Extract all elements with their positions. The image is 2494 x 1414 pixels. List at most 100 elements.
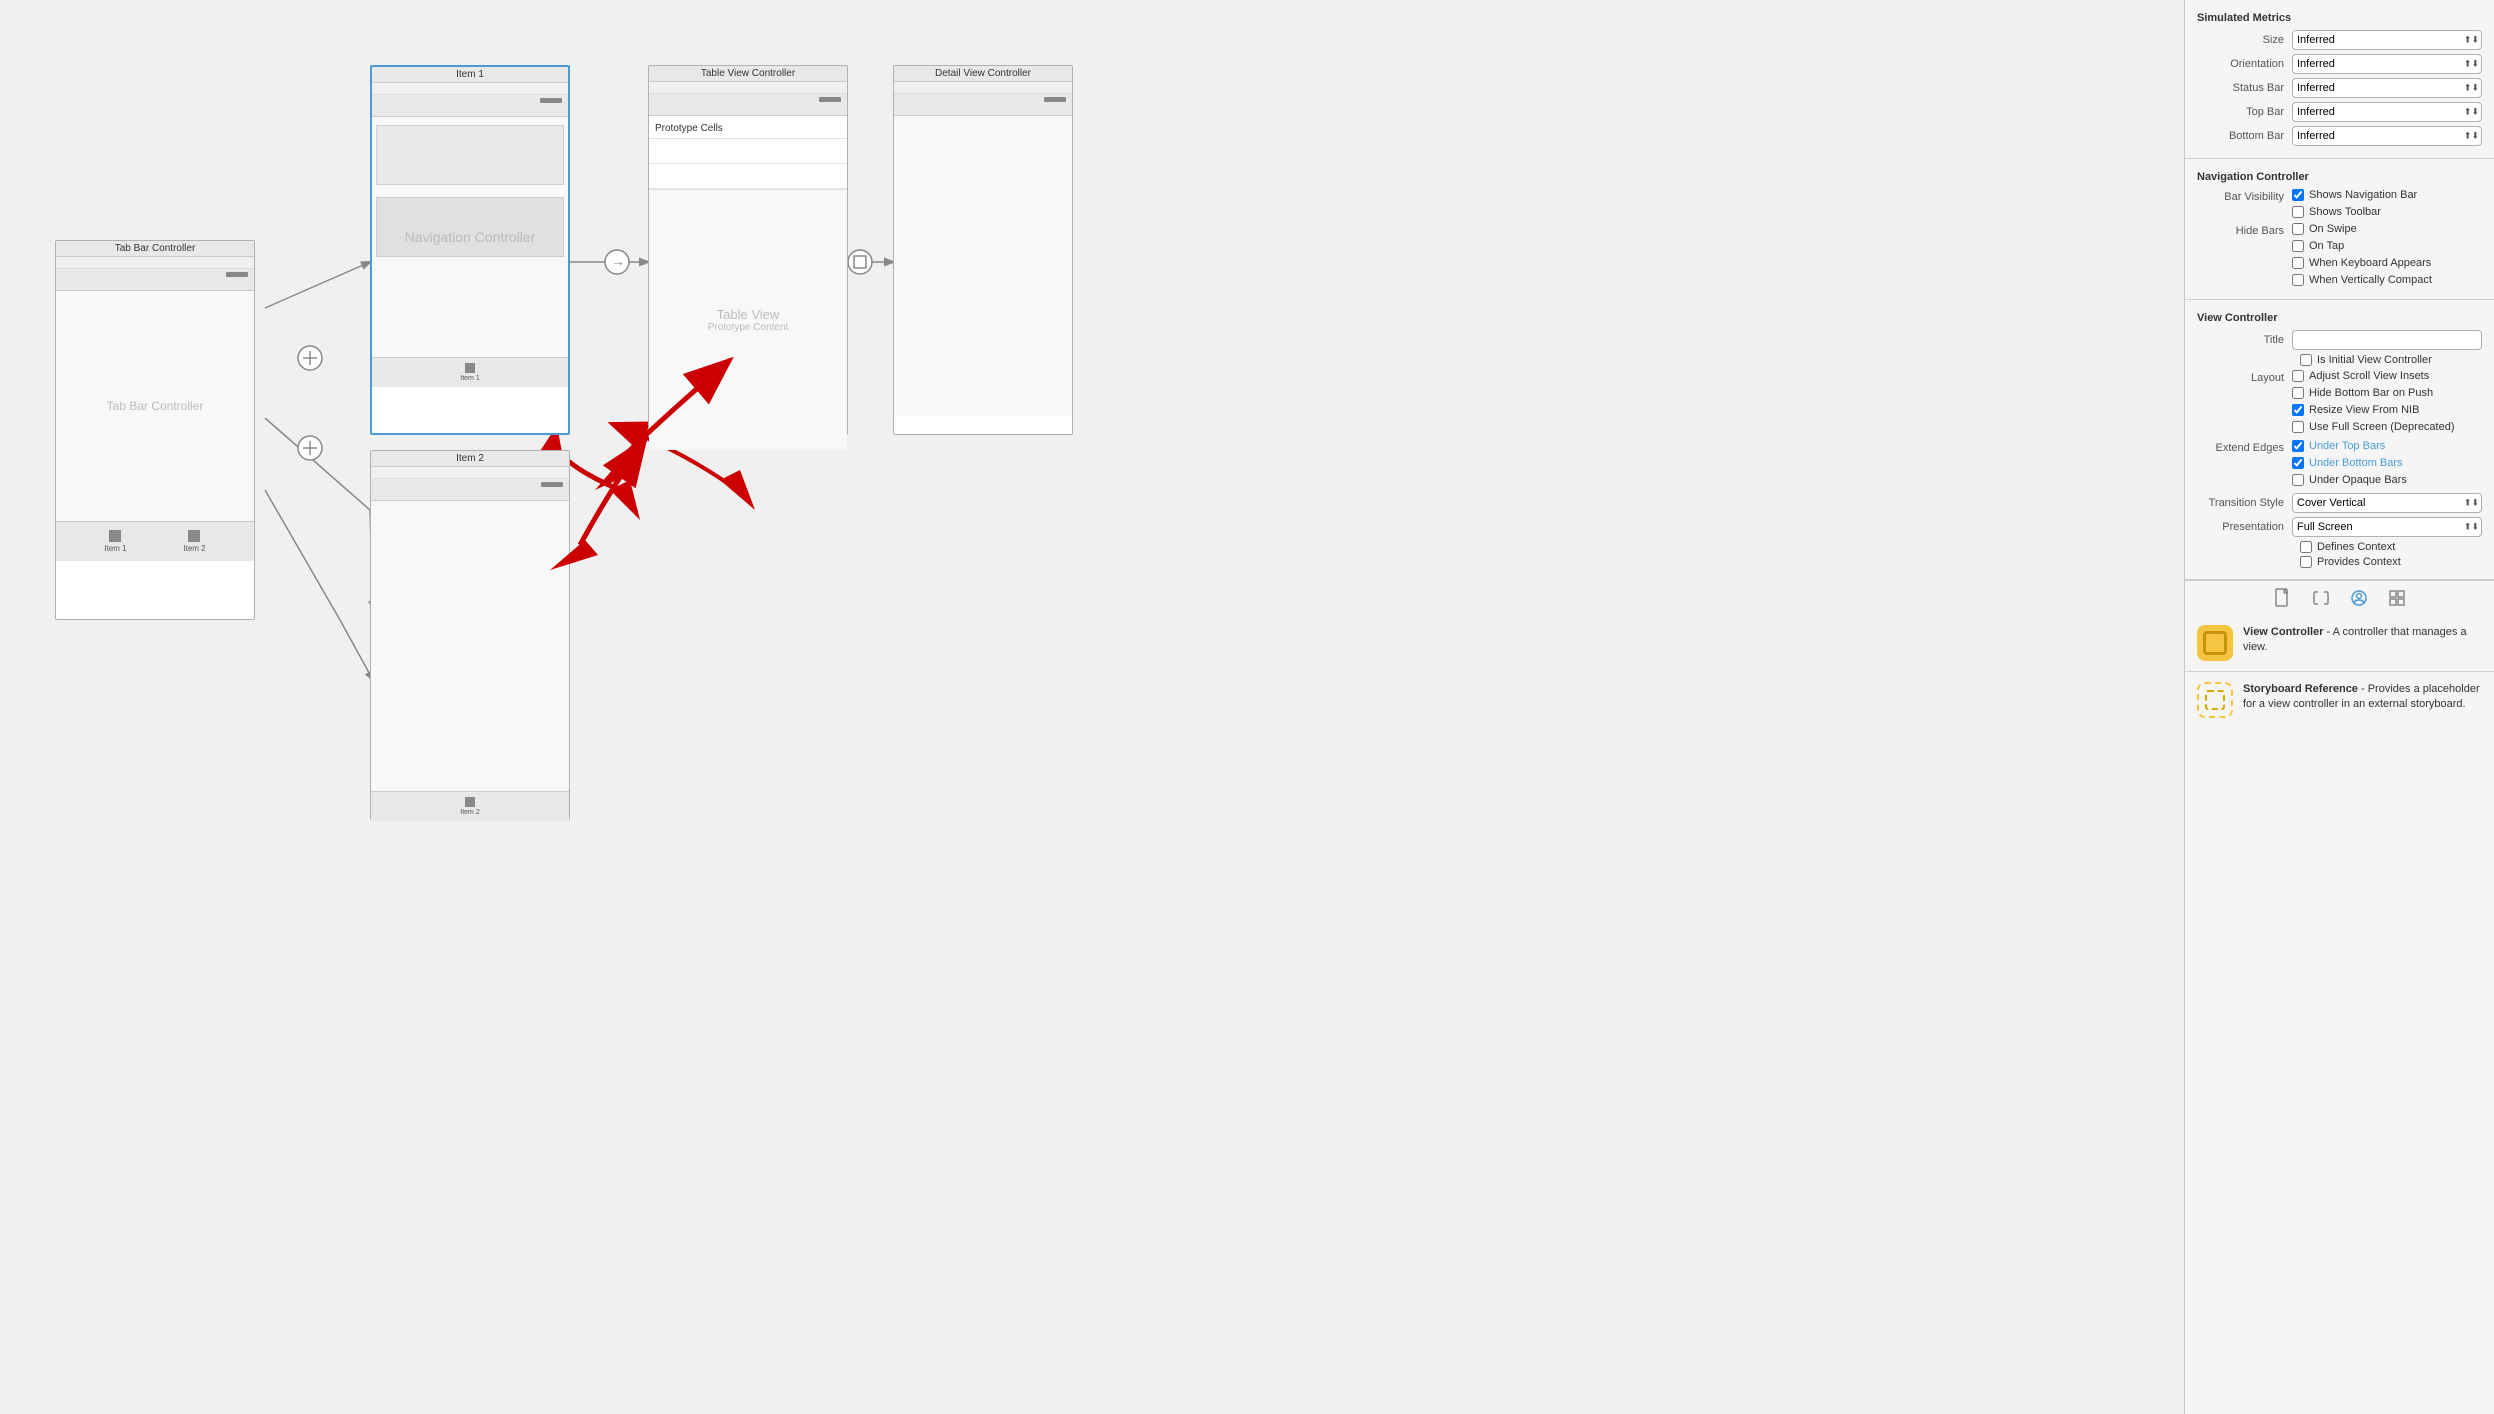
size-select[interactable]: Inferred — [2292, 30, 2482, 50]
use-full-screen-checkbox[interactable] — [2292, 421, 2304, 433]
orientation-select-wrapper[interactable]: Inferred ⬆⬇ — [2292, 54, 2482, 74]
hide-bottom-bar-label: Hide Bottom Bar on Push — [2309, 387, 2433, 399]
item2-controller-box[interactable]: Item 2 Item 2 — [370, 450, 570, 820]
grid-icon[interactable] — [2386, 587, 2408, 609]
detail-vc-title: Detail View Controller — [894, 66, 1072, 82]
top-bar-select[interactable]: Inferred — [2292, 102, 2482, 122]
transition-style-select[interactable]: Cover Vertical — [2292, 493, 2482, 513]
bottom-bar-select-wrapper[interactable]: Inferred ⬆⬇ — [2292, 126, 2482, 146]
nav-controller-section: Navigation Controller Bar Visibility Sho… — [2185, 159, 2494, 300]
vc-object-icon — [2197, 625, 2233, 661]
shows-nav-bar-checkbox[interactable] — [2292, 189, 2304, 201]
provides-context-checkbox[interactable] — [2300, 556, 2312, 568]
vc-title-label: Title — [2197, 334, 2292, 346]
under-opaque-bars-checkbox[interactable] — [2292, 474, 2304, 486]
adjust-scroll-checkbox[interactable] — [2292, 370, 2304, 382]
table-vc-title: Table View Controller — [649, 66, 847, 82]
file-icon[interactable] — [2272, 587, 2294, 609]
navigation-controller-box[interactable]: Item 1 Navigation Controller Item 1 — [370, 65, 570, 435]
tab-bar-label: Tab Bar Controller — [107, 399, 204, 413]
when-keyboard-row: When Keyboard Appears — [2292, 257, 2432, 269]
bottom-bar-row: Bottom Bar Inferred ⬆⬇ — [2197, 126, 2482, 146]
defines-context-row: Defines Context — [2300, 541, 2482, 553]
storyboard-ref-info: Storyboard Reference - Provides a placeh… — [2185, 672, 2494, 728]
defines-context-checkbox[interactable] — [2300, 541, 2312, 553]
under-bottom-bars-row: Under Bottom Bars — [2292, 457, 2407, 469]
is-initial-vc-row: Is Initial View Controller — [2300, 354, 2482, 366]
hide-bottom-bar-checkbox[interactable] — [2292, 387, 2304, 399]
when-vertically-compact-row: When Vertically Compact — [2292, 274, 2432, 286]
storyboard-canvas[interactable]: → Tab Bar Controller Tab Bar Controller — [0, 0, 2184, 1414]
resize-view-checkbox[interactable] — [2292, 404, 2304, 416]
presentation-select[interactable]: Full Screen — [2292, 517, 2482, 537]
transition-style-row: Transition Style Cover Vertical ⬆⬇ — [2197, 493, 2482, 513]
detail-vc-box[interactable]: Detail View Controller — [893, 65, 1073, 435]
under-top-bars-label: Under Top Bars — [2309, 440, 2385, 452]
bar-visibility-label: Bar Visibility — [2197, 189, 2292, 203]
size-label: Size — [2197, 34, 2292, 46]
when-keyboard-checkbox[interactable] — [2292, 257, 2304, 269]
resize-view-row: Resize View From NIB — [2292, 404, 2455, 416]
vc-title-input[interactable] — [2292, 330, 2482, 350]
size-select-wrapper[interactable]: Inferred ⬆⬇ — [2292, 30, 2482, 50]
bar-visibility-checks: Shows Navigation Bar Shows Toolbar — [2292, 189, 2417, 221]
item2-title: Item 2 — [371, 451, 569, 467]
use-full-screen-row: Use Full Screen (Deprecated) — [2292, 421, 2455, 433]
status-bar-select[interactable]: Inferred — [2292, 78, 2482, 98]
top-bar-select-wrapper[interactable]: Inferred ⬆⬇ — [2292, 102, 2482, 122]
vc-icon-inner — [2203, 631, 2227, 655]
shows-nav-bar-label: Shows Navigation Bar — [2309, 189, 2417, 201]
nav-label: Navigation Controller — [405, 229, 536, 245]
top-bar-row: Top Bar Inferred ⬆⬇ — [2197, 102, 2482, 122]
on-tap-label: On Tap — [2309, 240, 2344, 252]
tab-bar-controller-title: Tab Bar Controller — [56, 241, 254, 257]
presentation-row: Presentation Full Screen ⬆⬇ — [2197, 517, 2482, 537]
adjust-scroll-row: Adjust Scroll View Insets — [2292, 370, 2455, 382]
on-tap-checkbox[interactable] — [2292, 240, 2304, 252]
shows-toolbar-checkbox[interactable] — [2292, 206, 2304, 218]
presentation-label: Presentation — [2197, 521, 2292, 533]
storyboard-ref-text: Storyboard Reference - Provides a placeh… — [2243, 682, 2482, 713]
nav-controller-section-title: Navigation Controller — [2197, 167, 2482, 183]
on-swipe-checkbox[interactable] — [2292, 223, 2304, 235]
simulated-metrics-title: Simulated Metrics — [2197, 8, 2482, 24]
provides-context-row: Provides Context — [2300, 556, 2482, 568]
orientation-select[interactable]: Inferred — [2292, 54, 2482, 74]
inspector-panel: Simulated Metrics Size Inferred ⬆⬇ Orien… — [2184, 0, 2494, 1414]
braces-icon[interactable] — [2310, 587, 2332, 609]
presentation-wrapper[interactable]: Full Screen ⬆⬇ — [2292, 517, 2482, 537]
on-tap-row: On Tap — [2292, 240, 2432, 252]
table-view-controller-box[interactable]: Table View Controller Prototype Cells Ta… — [648, 65, 848, 435]
vc-object-text: View Controller - A controller that mana… — [2243, 625, 2482, 656]
vc-object-title: View Controller — [2243, 626, 2323, 638]
layout-row: Layout Adjust Scroll View Insets Hide Bo… — [2197, 370, 2482, 436]
when-vertically-compact-checkbox[interactable] — [2292, 274, 2304, 286]
status-bar-row: Status Bar Inferred ⬆⬇ — [2197, 78, 2482, 98]
status-bar-label: Status Bar — [2197, 82, 2292, 94]
provides-context-label: Provides Context — [2317, 556, 2401, 568]
bottom-bar-label: Bottom Bar — [2197, 130, 2292, 142]
orientation-row: Orientation Inferred ⬆⬇ — [2197, 54, 2482, 74]
extend-edges-label: Extend Edges — [2197, 440, 2292, 454]
bottom-bar-select[interactable]: Inferred — [2292, 126, 2482, 146]
transition-style-wrapper[interactable]: Cover Vertical ⬆⬇ — [2292, 493, 2482, 513]
size-row: Size Inferred ⬆⬇ — [2197, 30, 2482, 50]
identity-icon[interactable] — [2348, 587, 2370, 609]
is-initial-vc-checkbox[interactable] — [2300, 354, 2312, 366]
shows-nav-bar-row: Shows Navigation Bar — [2292, 189, 2417, 201]
simulated-metrics-section: Simulated Metrics Size Inferred ⬆⬇ Orien… — [2185, 0, 2494, 159]
bar-visibility-row: Bar Visibility Shows Navigation Bar Show… — [2197, 189, 2482, 221]
hide-bars-checks: On Swipe On Tap When Keyboard Appears Wh… — [2292, 223, 2432, 289]
on-swipe-row: On Swipe — [2292, 223, 2432, 235]
under-opaque-bars-row: Under Opaque Bars — [2292, 474, 2407, 486]
table-view-label: Table View — [717, 307, 780, 322]
table-view-sublabel: Prototype Content — [708, 322, 789, 333]
under-top-bars-checkbox[interactable] — [2292, 440, 2304, 452]
status-bar-select-wrapper[interactable]: Inferred ⬆⬇ — [2292, 78, 2482, 98]
shows-toolbar-label: Shows Toolbar — [2309, 206, 2381, 218]
tab-bar-controller-box[interactable]: Tab Bar Controller Tab Bar Controller It… — [55, 240, 255, 620]
hide-bars-row: Hide Bars On Swipe On Tap When Keyboard … — [2197, 223, 2482, 289]
under-bottom-bars-checkbox[interactable] — [2292, 457, 2304, 469]
tab2-label: Item 2 — [183, 544, 205, 553]
tab1-label: Item 1 — [104, 544, 126, 553]
